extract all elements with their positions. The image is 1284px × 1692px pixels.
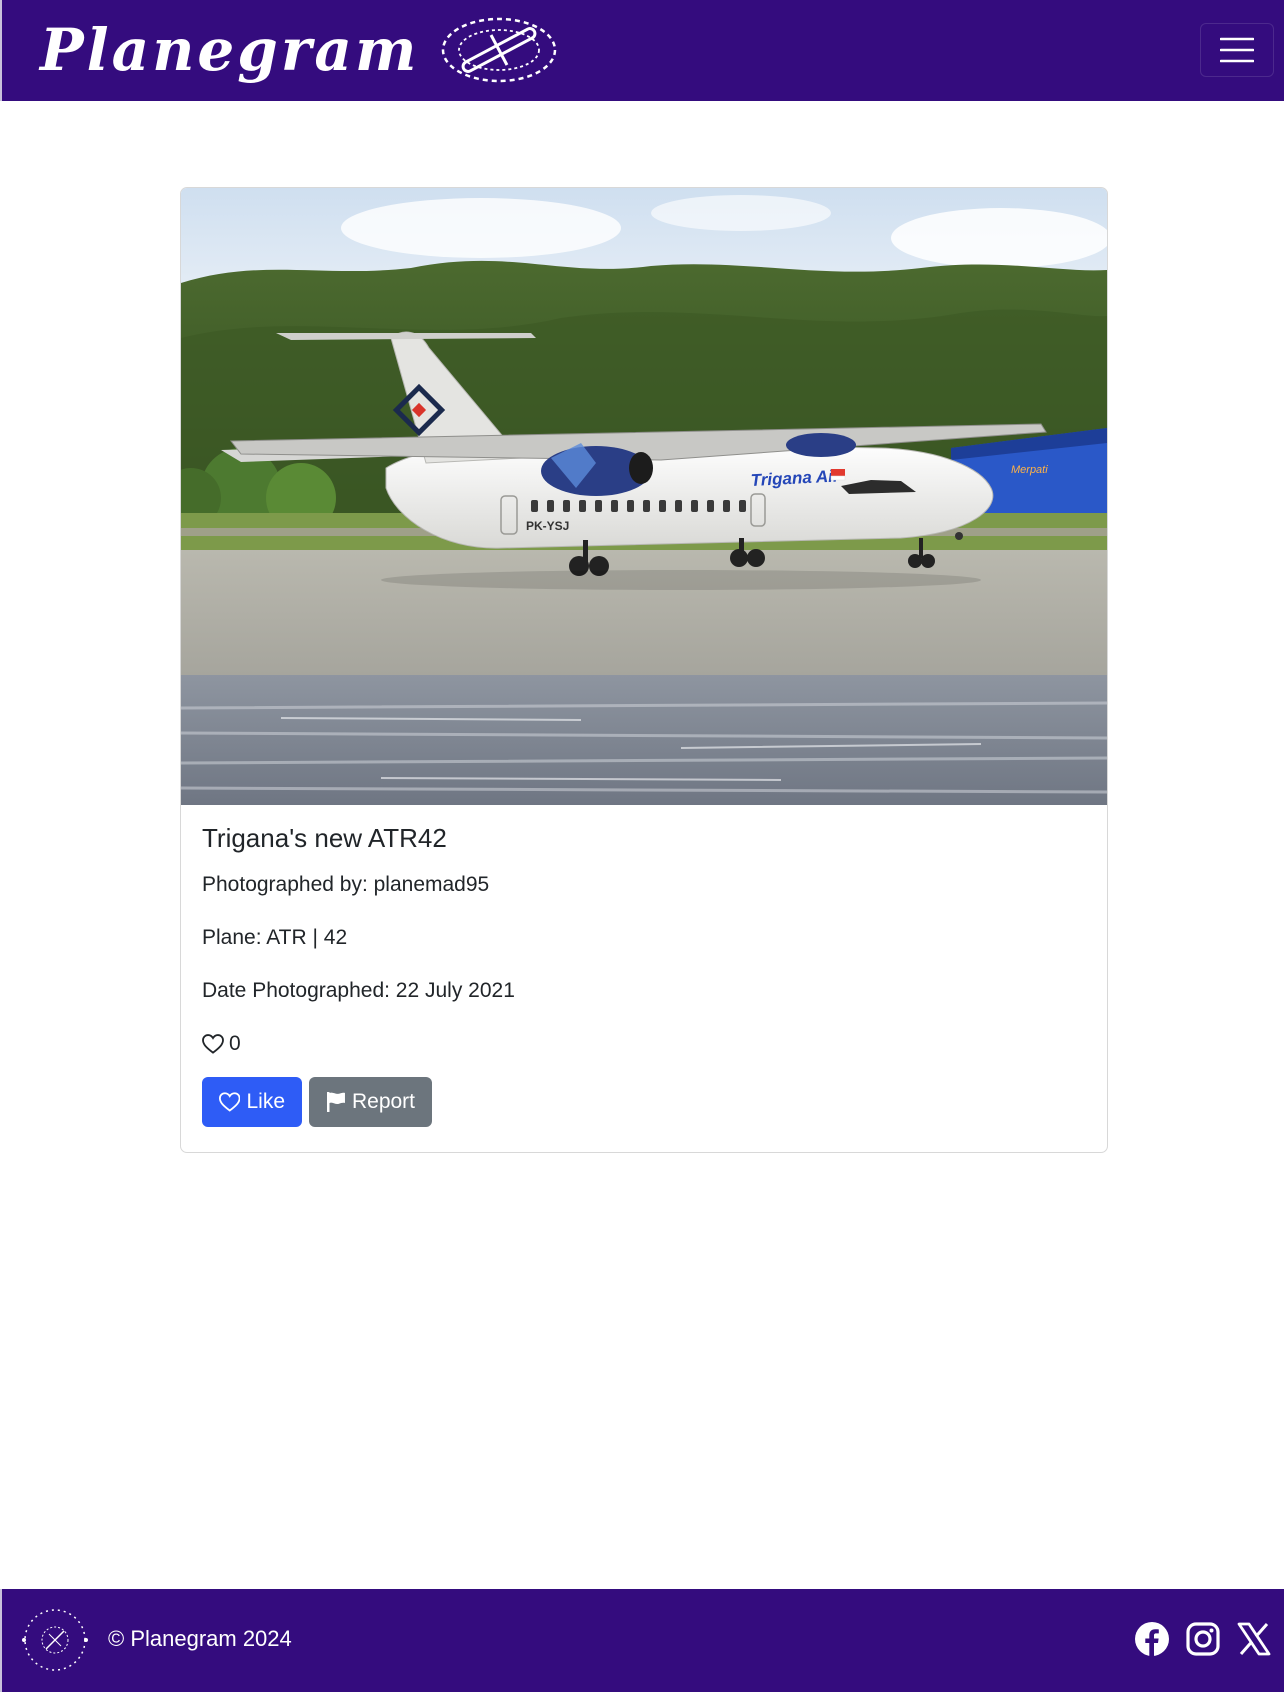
date-photographed-text: Date Photographed: 22 July 2021 — [202, 979, 515, 1002]
navbar: Planegram — [0, 0, 1284, 101]
heart-icon — [219, 1092, 241, 1112]
photographer-text: Photographed by: planemad95 — [202, 873, 490, 896]
plane-logo-icon — [442, 17, 557, 83]
like-count-value: 0 — [229, 1032, 241, 1055]
aircraft-photo: Merpati Trigana Air PK-YSJ — [181, 188, 1107, 805]
x-icon[interactable] — [1236, 1621, 1272, 1657]
instagram-icon[interactable] — [1185, 1621, 1221, 1657]
footer: © Planegram 2024 — [0, 1589, 1284, 1692]
plane-text: Plane: ATR | 42 — [202, 926, 348, 949]
facebook-icon[interactable] — [1134, 1621, 1170, 1657]
post-details: Trigana's new ATR42 Photographed by: pla… — [202, 818, 1086, 1127]
like-button-label: Like — [246, 1090, 285, 1113]
post-actions: Like Report — [202, 1077, 1086, 1127]
navbar-toggler[interactable] — [1200, 23, 1274, 77]
flag-icon — [326, 1092, 345, 1112]
brand-link[interactable]: Planegram — [40, 10, 559, 90]
footer-logo-icon — [22, 1609, 88, 1671]
copyright-text: © Planegram 2024 — [108, 1626, 292, 1651]
registration-text: PK-YSJ — [526, 519, 569, 533]
brand-name: Planegram — [40, 16, 420, 84]
hamburger-menu-icon — [1220, 37, 1254, 63]
heart-icon — [202, 1034, 224, 1054]
post-title: Trigana's new ATR42 — [202, 823, 447, 853]
like-count: 0 — [202, 1029, 1086, 1059]
report-button[interactable]: Report — [309, 1077, 432, 1127]
hangar-text: Merpati — [1011, 464, 1048, 476]
like-button[interactable]: Like — [202, 1077, 302, 1127]
report-button-label: Report — [351, 1090, 415, 1113]
post-card: Merpati Trigana Air PK-YSJ Trigana's new… — [180, 187, 1108, 1153]
